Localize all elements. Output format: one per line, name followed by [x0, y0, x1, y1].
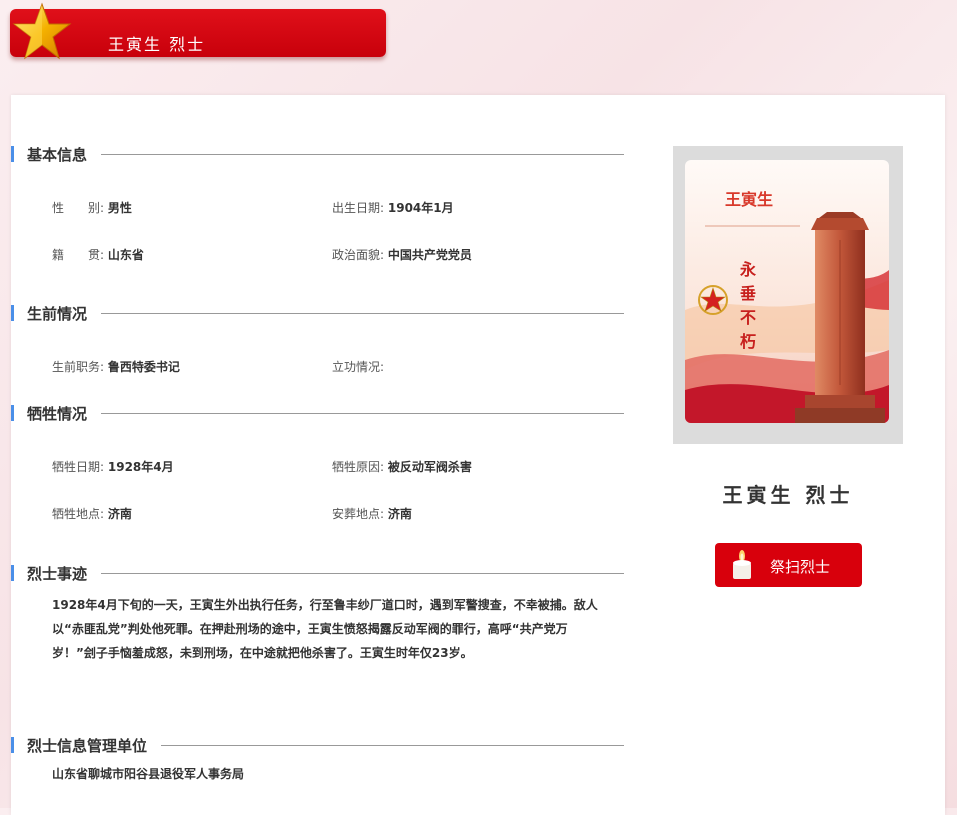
field-label: 牺牲日期: — [52, 460, 105, 474]
field-value: 鲁西特委书记 — [107, 360, 180, 374]
field-label: 出生日期: — [332, 201, 385, 215]
section-marker — [11, 146, 14, 162]
section-deeds: 烈士事迹 — [11, 562, 624, 584]
tribute-button[interactable]: 祭扫烈士 — [715, 543, 862, 587]
field-label: 牺牲原因: — [332, 460, 385, 474]
portrait-frame: 王寅生 永 垂 不 朽 — [673, 146, 903, 444]
page-title: 王寅生 烈士 — [108, 35, 206, 54]
field-label: 政治面貌: — [332, 248, 385, 262]
slogan-char: 朽 — [740, 332, 756, 351]
divider — [101, 413, 624, 414]
field-value: 1904年1月 — [387, 201, 454, 215]
slogan-char: 永 — [739, 260, 756, 279]
field-birth-date: 出生日期: 1904年1月 — [332, 199, 454, 216]
field-sacrifice-cause: 牺牲原因: 被反动军阀杀害 — [332, 458, 472, 475]
field-value: 济南 — [107, 507, 132, 521]
section-marker — [11, 305, 14, 321]
section-sacrifice: 牺牲情况 — [11, 402, 624, 424]
section-title: 生前情况 — [27, 305, 88, 323]
section-marker — [11, 565, 14, 581]
field-sacrifice-date: 牺牲日期: 1928年4月 — [52, 458, 174, 475]
divider — [101, 573, 624, 574]
field-value: 1928年4月 — [107, 460, 174, 474]
field-burial-place: 安葬地点: 济南 — [332, 505, 412, 522]
section-marker — [11, 405, 14, 421]
field-label: 籍 贯: — [52, 248, 105, 262]
memorial-image: 王寅生 永 垂 不 朽 — [685, 160, 889, 423]
field-label: 生前职务: — [52, 360, 105, 374]
field-sacrifice-place: 牺牲地点: 济南 — [52, 505, 132, 522]
section-marker — [11, 737, 14, 753]
section-management-unit: 烈士信息管理单位 — [11, 734, 624, 756]
section-life: 生前情况 — [11, 302, 624, 324]
section-title: 基本信息 — [27, 146, 88, 164]
memorial-portrait: 王寅生 永 垂 不 朽 — [685, 160, 889, 423]
section-title: 烈士信息管理单位 — [27, 737, 148, 755]
martyr-detail-card: 基本信息 性 别: 男性 出生日期: 1904年1月 籍 贯: 山东省 政治面貌… — [11, 95, 945, 815]
star-icon — [12, 2, 72, 60]
section-basic-info: 基本信息 — [11, 143, 624, 165]
slogan-char: 垂 — [740, 284, 756, 303]
field-position: 生前职务: 鲁西特委书记 — [52, 358, 180, 375]
field-label: 牺牲地点: — [52, 507, 105, 521]
field-value: 被反动军阀杀害 — [387, 460, 472, 474]
martyr-name-label: 王寅生 烈士 — [722, 483, 854, 507]
field-label: 安葬地点: — [332, 507, 385, 521]
field-value: 山东省 — [107, 248, 144, 262]
field-label: 立功情况: — [332, 360, 385, 374]
field-value: 济南 — [387, 507, 412, 521]
section-title: 牺牲情况 — [27, 405, 88, 423]
tribute-button-label: 祭扫烈士 — [770, 558, 831, 576]
section-title: 烈士事迹 — [27, 565, 88, 583]
slogan-char: 不 — [740, 308, 756, 327]
field-origin: 籍 贯: 山东省 — [52, 246, 144, 263]
divider — [101, 154, 624, 155]
candle-icon — [733, 550, 751, 579]
portrait-name: 王寅生 — [725, 190, 773, 209]
management-unit: 山东省聊城市阳谷县退役军人事务局 — [52, 767, 245, 781]
field-merit: 立功情况: — [332, 358, 384, 375]
field-value: 中国共产党党员 — [387, 248, 472, 262]
divider — [101, 313, 624, 314]
divider — [161, 745, 624, 746]
field-political-status: 政治面貌: 中国共产党党员 — [332, 246, 472, 263]
field-value: 男性 — [107, 201, 132, 215]
deeds-text: 1928年4月下旬的一天，王寅生外出执行任务，行至鲁丰纱厂道口时，遇到军警搜查，… — [52, 598, 598, 660]
field-gender: 性 别: 男性 — [52, 199, 132, 216]
field-label: 性 别: — [52, 201, 105, 215]
